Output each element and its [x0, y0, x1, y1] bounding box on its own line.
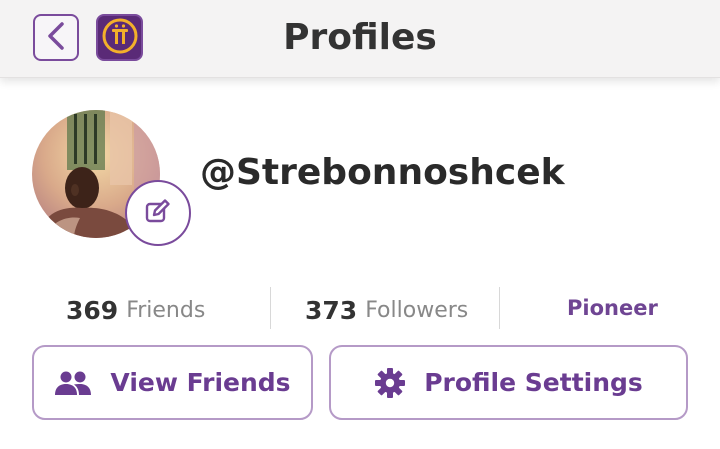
- friends-stat: 369 Friends: [66, 290, 205, 330]
- pi-network-logo-icon: [101, 17, 139, 59]
- app-header: Profiles: [0, 0, 720, 78]
- view-friends-button[interactable]: View Friends: [32, 345, 313, 420]
- edit-avatar-button[interactable]: [125, 180, 191, 246]
- role-badge: Pioneer: [567, 296, 658, 320]
- stat-divider: [499, 287, 500, 329]
- pencil-icon: [144, 197, 172, 229]
- followers-stat: 373 Followers: [305, 290, 468, 330]
- back-button[interactable]: [33, 14, 79, 61]
- followers-count: 373: [305, 295, 358, 325]
- profile-settings-button[interactable]: Profile Settings: [329, 345, 688, 420]
- view-friends-label: View Friends: [110, 368, 291, 397]
- app-logo-button[interactable]: [96, 14, 143, 61]
- stat-divider: [270, 287, 271, 329]
- friends-count: 369: [66, 295, 119, 325]
- people-icon: [54, 370, 92, 396]
- profile-settings-label: Profile Settings: [424, 368, 643, 397]
- gear-icon: [374, 367, 406, 399]
- friends-label: Friends: [126, 297, 206, 323]
- chevron-left-icon: [45, 21, 67, 55]
- followers-label: Followers: [365, 297, 469, 323]
- page-title: Profiles: [283, 17, 437, 58]
- profile-username: @Strebonnoshcek: [200, 152, 565, 193]
